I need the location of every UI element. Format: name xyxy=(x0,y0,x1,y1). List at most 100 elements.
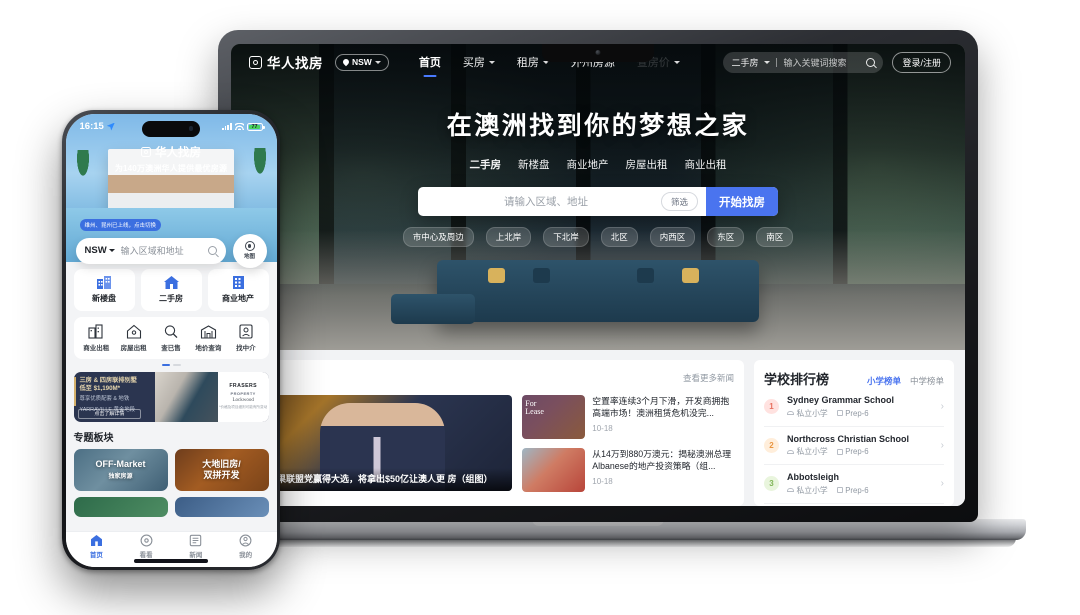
school-list-item[interactable]: 2 Northcross Christian School 私立小学 Prep-… xyxy=(764,427,944,465)
topic-card-extra-1[interactable] xyxy=(73,496,168,517)
category-home-rent[interactable]: 房屋出租 xyxy=(115,324,152,352)
category-secondhand[interactable]: 二手房 xyxy=(140,268,202,311)
promo-ad-fine-print: *价格及项目细则可能有所变动 xyxy=(219,405,268,410)
school-type-icon xyxy=(787,411,794,415)
nav-link-home-label: 首页 xyxy=(418,57,441,69)
navbar-search-input[interactable]: 输入关键词搜索 xyxy=(783,56,846,69)
carousel-dot-active xyxy=(161,363,170,366)
hero-tab-newproject[interactable]: 新楼盘 xyxy=(518,157,550,175)
carousel-dot xyxy=(172,363,181,366)
school-rank-badge: 3 xyxy=(764,476,779,492)
region-chip-inner-west[interactable]: 内西区 xyxy=(649,227,696,247)
tab-secondary-school-ranking[interactable]: 中学榜单 xyxy=(910,375,944,387)
hero-search-input[interactable]: 请输入区域、地址 xyxy=(418,194,661,209)
school-info: Abbotsleigh 私立小学 Prep-6 xyxy=(787,472,933,496)
school-meta: 私立小学 Prep-6 xyxy=(787,485,933,496)
topic-card-extra-2[interactable] xyxy=(174,496,269,517)
laptop-lid: 华人找房 NSW 首页 买房 租房 外州房源 查房价 二手房 输入关键词搜索 登… xyxy=(218,30,978,522)
news-more-link[interactable]: 查看更多新闻 xyxy=(683,372,734,384)
topic-card-offmarket-subtitle: 独家房源 xyxy=(108,474,133,481)
news-panel-body: ：如果联盟党赢得大选，将拿出$50亿让澳人更 房（组图） 空置率连续3个月下滑，… xyxy=(252,395,734,492)
topic-card-development[interactable]: 大地旧房/ 双拼开发 xyxy=(174,448,269,491)
tab-explore[interactable]: 看看 xyxy=(121,534,171,559)
school-info: Sydney Grammar School 私立小学 Prep-6 xyxy=(787,395,933,419)
search-icon[interactable] xyxy=(207,246,217,255)
hero-content: 在澳洲找到你的梦想之家 二手房 新楼盘 商业地产 房屋出租 商业出租 请输入区域… xyxy=(231,106,965,247)
phone-state-selector[interactable]: NSW xyxy=(85,245,115,256)
phone-state-label: NSW xyxy=(84,245,107,256)
region-chip-cbd[interactable]: 市中心及周边 xyxy=(402,227,474,247)
news-item-thumbnail xyxy=(522,395,586,439)
topic-card-development-title: 大地旧房/ 双拼开发 xyxy=(202,458,241,480)
school-list-item[interactable]: 1 Sydney Grammar School 私立小学 Prep-6 › xyxy=(764,388,944,427)
hero-search-button[interactable]: 开始找房 xyxy=(706,187,778,216)
category-new-project[interactable]: 新楼盘 xyxy=(73,268,135,311)
search-icon[interactable] xyxy=(866,57,876,67)
tab-profile[interactable]: 我的 xyxy=(221,534,271,559)
school-list-item[interactable]: 3 Abbotsleigh 私立小学 Prep-6 › xyxy=(764,465,944,504)
region-chip-lower-north[interactable]: 下北岸 xyxy=(543,227,589,247)
map-button[interactable]: 地图 xyxy=(232,233,267,268)
school-type-icon xyxy=(787,488,794,492)
region-chip-east[interactable]: 东区 xyxy=(707,227,745,247)
school-grade-icon xyxy=(836,410,843,416)
home-rent-icon xyxy=(126,324,141,339)
promo-ad-brand3: Lockwood xyxy=(232,398,254,404)
news-list-item[interactable]: 从14万到880万澳元：揭秘澳洲总理Albanese的地产投资策略（组... 1… xyxy=(522,448,734,492)
house-icon xyxy=(163,276,179,289)
chevron-right-icon: › xyxy=(940,439,944,451)
phone-search-row: NSW 输入区域和地址 地图 xyxy=(75,233,267,268)
category-land-price[interactable]: 地价查询 xyxy=(190,324,227,352)
category-find-agent[interactable]: 找中介 xyxy=(227,323,264,352)
cellular-bars-icon xyxy=(222,123,232,130)
category-commercial-rent[interactable]: 商业出租 xyxy=(78,323,115,352)
topic-card-offmarket[interactable]: OFF-Market 独家房源 xyxy=(73,448,168,491)
status-right: 77 xyxy=(222,122,265,131)
navbar-search[interactable]: 二手房 输入关键词搜索 xyxy=(723,51,884,73)
news-panel-header: 资讯 查看更多新闻 xyxy=(252,368,734,388)
hero-tab-secondhand[interactable]: 二手房 xyxy=(470,157,502,175)
land-price-icon xyxy=(200,324,216,339)
office-building-icon xyxy=(232,276,244,289)
tab-news[interactable]: 新闻 xyxy=(171,534,221,559)
phone-search-bar[interactable]: NSW 输入区域和地址 xyxy=(75,237,226,264)
school-rank-badge: 1 xyxy=(764,399,779,415)
city-selector[interactable]: NSW xyxy=(335,53,389,71)
news-list-item[interactable]: 空置率连续3个月下滑，开发商拥抱高端市场！澳洲租赁危机没完... 10-18 xyxy=(522,395,734,439)
state-switch-badge[interactable]: 维州、昆州已上线，点击切换 xyxy=(79,218,162,231)
phone-tagline: 为140万澳洲华人提供最优房源 xyxy=(114,163,228,173)
school-grade-icon xyxy=(836,448,843,455)
promo-ad-banner[interactable]: 三房 & 四房联排别墅 低至 $1,190M* 尊享优质配套 & 地铁 YARR… xyxy=(73,371,269,422)
nav-link-buy[interactable]: 买房 xyxy=(463,54,495,70)
nav-link-home[interactable]: 首页 xyxy=(419,54,441,70)
hero-tab-commercialrent[interactable]: 商业出租 xyxy=(685,157,727,175)
site-brand[interactable]: 华人找房 xyxy=(249,52,323,72)
category-commercial-rent-label: 商业出租 xyxy=(83,344,110,352)
hero-filter-button[interactable]: 筛选 xyxy=(660,192,698,211)
news-feature-card[interactable]: ：如果联盟党赢得大选，将拿出$50亿让澳人更 房（组图） xyxy=(252,395,513,492)
region-chip-south[interactable]: 南区 xyxy=(756,227,794,247)
tab-home[interactable]: 首页 xyxy=(72,534,122,559)
navbar-search-category[interactable]: 二手房 xyxy=(731,56,758,69)
dynamic-island xyxy=(142,120,200,137)
topics-row-secondary xyxy=(73,496,269,517)
category-sold-search[interactable]: 查已售 xyxy=(152,324,189,352)
tab-primary-school-ranking[interactable]: 小学榜单 xyxy=(867,375,901,387)
phone-app-screen: 16:15 77 华人找房 为140万澳洲华人提供最优房源 维州、昆州已上线，点… xyxy=(65,113,277,567)
hero-tab-houserent[interactable]: 房屋出租 xyxy=(626,157,668,175)
desktop-nav-right: 二手房 输入关键词搜索 登录/注册 xyxy=(723,51,951,73)
region-chip-north[interactable]: 北区 xyxy=(600,227,638,247)
region-chip-upper-north[interactable]: 上北岸 xyxy=(485,227,532,247)
battery-level: 77 xyxy=(251,123,258,130)
news-item-date: 10-18 xyxy=(592,476,613,486)
promo-ad-brand1: FRASERS xyxy=(229,383,257,390)
carousel-dots[interactable] xyxy=(74,363,269,366)
school-name: Sydney Grammar School xyxy=(787,395,895,405)
phone-search-input[interactable]: 输入区域和地址 xyxy=(121,244,202,257)
promo-ad-cta-button[interactable]: 点击了解详情 xyxy=(77,408,142,419)
promo-ad-accent-bar xyxy=(73,376,76,406)
category-commercial[interactable]: 商业地产 xyxy=(207,268,269,311)
location-arrow-icon xyxy=(106,122,115,131)
login-register-button[interactable]: 登录/注册 xyxy=(892,51,951,73)
hero-tab-commercial[interactable]: 商业地产 xyxy=(567,157,609,175)
